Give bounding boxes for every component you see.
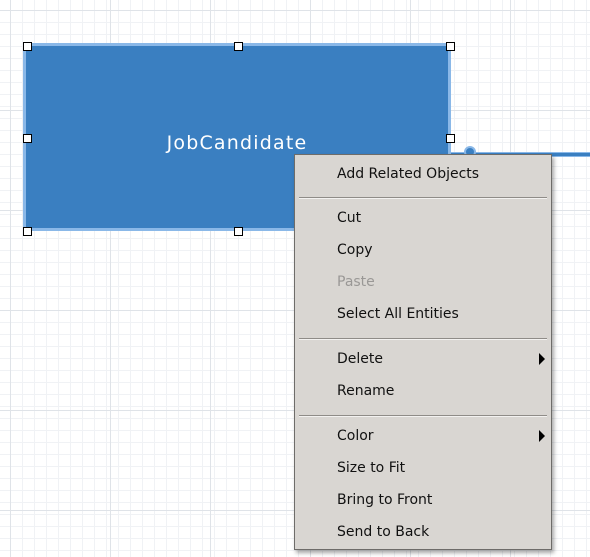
menu-item-copy[interactable]: Copy (295, 234, 551, 266)
menu-item-rename[interactable]: Rename (295, 375, 551, 407)
menu-item-paste: Paste (337, 274, 375, 290)
menu-item-add-related-objects[interactable]: Add Related Objects (295, 158, 551, 190)
menu-item-bring-to-front[interactable]: Bring to Front (295, 484, 551, 516)
resize-handle-bottom-center[interactable] (234, 227, 243, 236)
menu-separator (299, 415, 547, 417)
resize-handle-middle-left[interactable] (23, 134, 32, 143)
resize-handle-top-left[interactable] (23, 42, 32, 51)
menu-item-delete[interactable]: Delete (295, 343, 551, 375)
menu-item-delete-label: Delete (337, 351, 383, 367)
resize-handle-top-right[interactable] (446, 42, 455, 51)
menu-item-color-label: Color (337, 428, 374, 444)
menu-item-size-to-fit[interactable]: Size to Fit (295, 452, 551, 484)
diagram-canvas[interactable]: JobCandidate Add Related Objects Cut Cop… (0, 0, 590, 557)
menu-separator (299, 338, 547, 340)
context-menu: Add Related Objects Cut Copy Paste Selec… (294, 154, 552, 550)
menu-item-cut[interactable]: Cut (295, 202, 551, 234)
resize-handle-middle-right[interactable] (446, 134, 455, 143)
resize-handle-bottom-left[interactable] (23, 227, 32, 236)
menu-item-select-all-entities[interactable]: Select All Entities (295, 298, 551, 330)
menu-separator (299, 197, 547, 199)
menu-item-color[interactable]: Color (295, 420, 551, 452)
menu-item-send-to-back[interactable]: Send to Back (295, 516, 551, 548)
triangle-right-icon (539, 430, 545, 442)
resize-handle-top-center[interactable] (234, 42, 243, 51)
triangle-right-icon (539, 353, 545, 365)
entity-name-label: JobCandidate (166, 132, 308, 154)
